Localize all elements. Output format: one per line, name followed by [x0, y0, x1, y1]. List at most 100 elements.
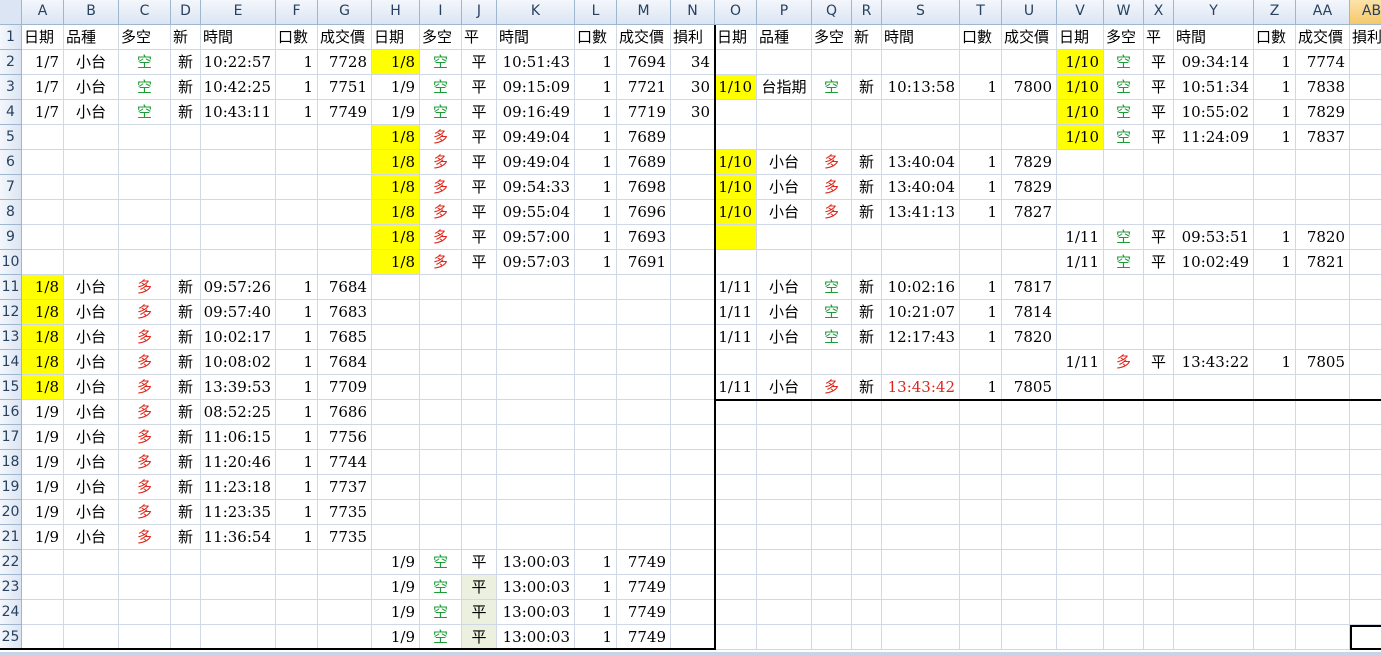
cell-a24[interactable]: [22, 600, 64, 625]
cell-i8[interactable]: 多: [420, 200, 462, 225]
cell-w1[interactable]: 多空: [1104, 25, 1144, 50]
cell-y18[interactable]: [1174, 450, 1254, 475]
cell-y16[interactable]: [1174, 400, 1254, 425]
cell-m18[interactable]: [617, 450, 671, 475]
cell-q7[interactable]: 多: [812, 175, 852, 200]
cell-k1[interactable]: 時間: [497, 25, 575, 50]
cell-c23[interactable]: [119, 575, 171, 600]
cell-u12[interactable]: 7814: [1002, 300, 1057, 325]
cell-i16[interactable]: [420, 400, 462, 425]
cell-u10[interactable]: [1002, 250, 1057, 275]
cell-b17[interactable]: 小台: [64, 425, 119, 450]
cell-s17[interactable]: [882, 425, 960, 450]
cell-j2[interactable]: 平: [462, 50, 497, 75]
cell-x13[interactable]: [1144, 325, 1174, 350]
column-header-o[interactable]: O: [715, 0, 757, 25]
cell-c5[interactable]: [119, 125, 171, 150]
row-header-19[interactable]: 19: [0, 475, 22, 500]
cell-t19[interactable]: [960, 475, 1002, 500]
cell-i1[interactable]: 多空: [420, 25, 462, 50]
cell-f3[interactable]: 1: [276, 75, 318, 100]
cell-p17[interactable]: [757, 425, 812, 450]
cell-b22[interactable]: [64, 550, 119, 575]
cell-p14[interactable]: [757, 350, 812, 375]
cell-k20[interactable]: [497, 500, 575, 525]
cell-i14[interactable]: [420, 350, 462, 375]
cell-p13[interactable]: 小台: [757, 325, 812, 350]
cell-m13[interactable]: [617, 325, 671, 350]
cell-k12[interactable]: [497, 300, 575, 325]
cell-s16[interactable]: [882, 400, 960, 425]
cell-l8[interactable]: 1: [575, 200, 617, 225]
cell-z16[interactable]: [1254, 400, 1296, 425]
cell-m15[interactable]: [617, 375, 671, 400]
cell-a5[interactable]: [22, 125, 64, 150]
cell-j19[interactable]: [462, 475, 497, 500]
cell-ab6[interactable]: [1350, 150, 1381, 175]
cell-r15[interactable]: 新: [852, 375, 882, 400]
cell-q2[interactable]: [812, 50, 852, 75]
cell-j10[interactable]: 平: [462, 250, 497, 275]
cell-h21[interactable]: [372, 525, 420, 550]
cell-y14[interactable]: 13:43:22: [1174, 350, 1254, 375]
cell-y22[interactable]: [1174, 550, 1254, 575]
cell-s24[interactable]: [882, 600, 960, 625]
cell-c16[interactable]: 多: [119, 400, 171, 425]
cell-q21[interactable]: [812, 525, 852, 550]
cell-aa1[interactable]: 成交價: [1296, 25, 1350, 50]
cell-r14[interactable]: [852, 350, 882, 375]
cell-q24[interactable]: [812, 600, 852, 625]
cell-g3[interactable]: 7751: [318, 75, 372, 100]
cell-o11[interactable]: 1/11: [715, 275, 757, 300]
cell-k16[interactable]: [497, 400, 575, 425]
cell-l14[interactable]: [575, 350, 617, 375]
cell-j18[interactable]: [462, 450, 497, 475]
cell-b12[interactable]: 小台: [64, 300, 119, 325]
column-header-n[interactable]: N: [671, 0, 715, 25]
cell-w16[interactable]: [1104, 400, 1144, 425]
cell-g14[interactable]: 7684: [318, 350, 372, 375]
cell-b25[interactable]: [64, 625, 119, 650]
cell-z24[interactable]: [1254, 600, 1296, 625]
cell-o5[interactable]: [715, 125, 757, 150]
cell-d10[interactable]: [171, 250, 201, 275]
cell-e20[interactable]: 11:23:35: [201, 500, 276, 525]
cell-u18[interactable]: [1002, 450, 1057, 475]
cell-v15[interactable]: [1057, 375, 1104, 400]
cell-l22[interactable]: 1: [575, 550, 617, 575]
cell-a4[interactable]: 1/7: [22, 100, 64, 125]
cell-v5[interactable]: 1/10: [1057, 125, 1104, 150]
cell-a22[interactable]: [22, 550, 64, 575]
column-header-z[interactable]: Z: [1254, 0, 1296, 25]
cell-u9[interactable]: [1002, 225, 1057, 250]
cell-aa8[interactable]: [1296, 200, 1350, 225]
cell-m4[interactable]: 7719: [617, 100, 671, 125]
cell-g6[interactable]: [318, 150, 372, 175]
cell-f7[interactable]: [276, 175, 318, 200]
cell-k10[interactable]: 09:57:03: [497, 250, 575, 275]
cell-l13[interactable]: [575, 325, 617, 350]
cell-w17[interactable]: [1104, 425, 1144, 450]
cell-j4[interactable]: 平: [462, 100, 497, 125]
cell-b2[interactable]: 小台: [64, 50, 119, 75]
cell-h4[interactable]: 1/9: [372, 100, 420, 125]
cell-n12[interactable]: [671, 300, 715, 325]
cell-x4[interactable]: 平: [1144, 100, 1174, 125]
cell-d11[interactable]: 新: [171, 275, 201, 300]
cell-e18[interactable]: 11:20:46: [201, 450, 276, 475]
cell-m19[interactable]: [617, 475, 671, 500]
cell-a6[interactable]: [22, 150, 64, 175]
cell-ab1[interactable]: 損利: [1350, 25, 1381, 50]
cell-c7[interactable]: [119, 175, 171, 200]
cell-h9[interactable]: 1/8: [372, 225, 420, 250]
cell-m12[interactable]: [617, 300, 671, 325]
cell-t17[interactable]: [960, 425, 1002, 450]
cell-j7[interactable]: 平: [462, 175, 497, 200]
cell-e6[interactable]: [201, 150, 276, 175]
cell-l3[interactable]: 1: [575, 75, 617, 100]
cell-ab15[interactable]: [1350, 375, 1381, 400]
cell-m20[interactable]: [617, 500, 671, 525]
column-header-ab[interactable]: AB: [1350, 0, 1381, 25]
cell-o7[interactable]: 1/10: [715, 175, 757, 200]
cell-r25[interactable]: [852, 625, 882, 650]
